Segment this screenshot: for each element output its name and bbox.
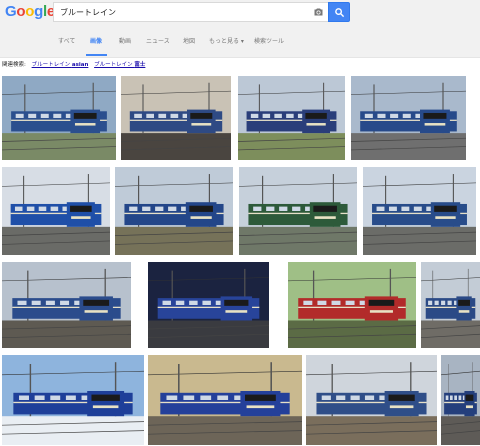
search-button[interactable] <box>328 2 350 22</box>
train-photo <box>148 262 269 348</box>
train-photo <box>441 355 480 445</box>
logo-letter: o <box>16 3 26 20</box>
tab-images[interactable]: 画像 <box>90 36 102 45</box>
image-result-thumbnail[interactable] <box>238 76 345 160</box>
tab-maps[interactable]: 地図 <box>183 36 195 45</box>
logo-letter: G <box>5 3 17 20</box>
image-result-thumbnail[interactable] <box>421 262 480 348</box>
image-result-thumbnail[interactable] <box>2 76 116 160</box>
search-box <box>53 2 328 22</box>
related-searches: 関連検索: ブルートレイン asian ブルートレイン 富士 <box>2 60 145 68</box>
train-photo <box>288 262 416 348</box>
image-result-thumbnail[interactable] <box>2 262 131 348</box>
image-search-page: Google すべて 画像 動画 ニュース 地図 もっと見る ▾ 検索ツール 関… <box>0 0 480 446</box>
related-link-prefix: ブルートレイン <box>94 62 135 68</box>
camera-icon[interactable] <box>312 6 325 18</box>
tab-more[interactable]: もっと見る ▾ <box>209 36 244 45</box>
train-photo <box>2 167 110 255</box>
tab-search-tools[interactable]: 検索ツール <box>254 36 284 45</box>
image-result-thumbnail[interactable] <box>441 355 480 445</box>
image-result-thumbnail[interactable] <box>115 167 233 255</box>
train-photo <box>363 167 476 255</box>
image-result-thumbnail[interactable] <box>2 355 144 445</box>
tab-news[interactable]: ニュース <box>146 36 170 45</box>
top-bar: Google すべて 画像 動画 ニュース 地図 もっと見る ▾ 検索ツール <box>0 0 480 58</box>
google-logo[interactable]: Google <box>5 3 55 20</box>
image-result-thumbnail[interactable] <box>121 76 231 160</box>
train-photo <box>2 262 131 348</box>
train-photo <box>2 76 116 160</box>
train-photo <box>351 76 466 160</box>
related-label: 関連検索: <box>2 62 26 68</box>
related-link-bold: asian <box>71 62 89 68</box>
related-link-asian[interactable]: ブルートレイン asian <box>32 62 89 68</box>
logo-letter: o <box>25 3 35 20</box>
image-result-thumbnail[interactable] <box>148 262 269 348</box>
train-photo <box>121 76 231 160</box>
train-photo <box>115 167 233 255</box>
related-link-prefix: ブルートレイン <box>31 62 72 68</box>
train-photo <box>421 262 480 348</box>
related-link-bold: 富士 <box>134 62 146 68</box>
image-result-thumbnail[interactable] <box>2 167 110 255</box>
train-photo <box>238 76 345 160</box>
image-result-thumbnail[interactable] <box>148 355 302 445</box>
active-tab-indicator <box>86 54 107 56</box>
image-result-thumbnail[interactable] <box>363 167 476 255</box>
train-photo <box>148 355 302 445</box>
train-photo <box>2 355 144 445</box>
image-result-thumbnail[interactable] <box>288 262 416 348</box>
related-link-fuji[interactable]: ブルートレイン 富士 <box>94 62 145 68</box>
image-result-thumbnail[interactable] <box>239 167 357 255</box>
tab-videos[interactable]: 動画 <box>119 36 131 45</box>
image-result-thumbnail[interactable] <box>351 76 466 160</box>
tab-all[interactable]: すべて <box>58 36 75 45</box>
logo-letter: g <box>34 3 43 20</box>
train-photo <box>239 167 357 255</box>
search-icon <box>334 7 344 17</box>
train-photo <box>306 355 437 445</box>
image-result-thumbnail[interactable] <box>306 355 437 445</box>
search-input[interactable] <box>54 3 304 21</box>
